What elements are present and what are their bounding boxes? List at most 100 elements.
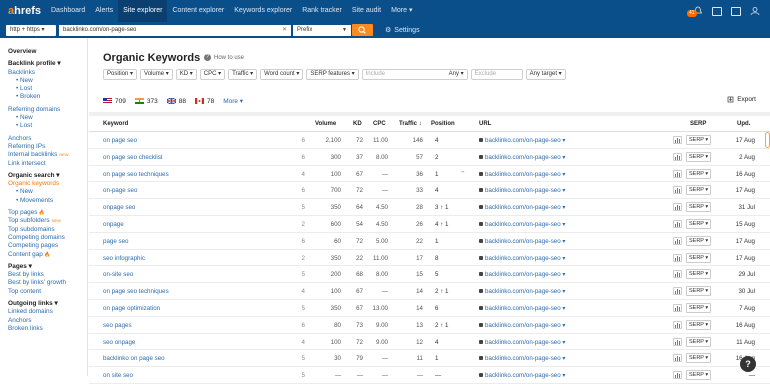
keyword-link[interactable]: on page seo <box>103 137 137 144</box>
url-link[interactable]: backlinko.com/on-page-seo ▾ <box>479 322 566 329</box>
parent-topic-count[interactable]: 6 <box>295 137 305 144</box>
chart-icon[interactable] <box>673 219 682 228</box>
chart-icon[interactable] <box>673 354 682 363</box>
url-link[interactable]: backlinko.com/on-page-seo ▾ <box>479 137 566 144</box>
nav-item-site-explorer[interactable]: Site explorer <box>118 0 168 22</box>
sidebar-item-broken[interactable]: • Broken <box>8 93 87 101</box>
parent-topic-count[interactable]: 4 <box>295 171 305 178</box>
sidebar-item-best-by-links[interactable]: Best by links <box>8 271 87 279</box>
filter-position[interactable]: Position ▾ <box>103 69 138 80</box>
url-input[interactable]: backlinko.com/on-page-seo ✕ <box>59 24 291 36</box>
serp-button[interactable]: SERP ▾ <box>686 168 712 179</box>
sidebar-item-referring-domains[interactable]: Referring domains <box>8 106 87 114</box>
url-link[interactable]: backlinko.com/on-page-seo ▾ <box>479 305 566 312</box>
sidebar-item-movements[interactable]: • Movements <box>8 197 87 205</box>
url-link[interactable]: backlinko.com/on-page-seo ▾ <box>479 255 566 262</box>
parent-topic-count[interactable]: 6 <box>295 322 305 329</box>
keyword-link[interactable]: seo infographic <box>103 255 145 262</box>
filter-word-count[interactable]: Word count ▾ <box>260 69 304 80</box>
url-link[interactable]: backlinko.com/on-page-seo ▾ <box>479 204 566 211</box>
serp-button[interactable]: SERP ▾ <box>686 185 712 196</box>
sidebar-item-new[interactable]: • New <box>8 114 87 122</box>
country-us[interactable]: 709 <box>103 98 126 105</box>
exclude-input[interactable]: Exclude <box>470 69 523 80</box>
chart-icon[interactable] <box>673 320 682 329</box>
keyword-link[interactable]: on page seo techniques <box>103 171 169 178</box>
serp-button[interactable]: SERP ▾ <box>686 302 712 313</box>
filter-kd[interactable]: KD ▾ <box>175 69 197 80</box>
sidebar-item-backlinks[interactable]: Backlinks <box>8 69 87 77</box>
chart-icon[interactable] <box>673 186 682 195</box>
sidebar-item-lost[interactable]: • Lost <box>8 85 87 93</box>
col-cpc[interactable]: CPC <box>373 121 386 127</box>
chart-icon[interactable] <box>673 236 682 245</box>
keyword-link[interactable]: seo onpage <box>103 339 135 346</box>
serp-button[interactable]: SERP ▾ <box>686 218 712 229</box>
nav-item-rank-tracker[interactable]: Rank tracker <box>297 0 347 22</box>
parent-topic-count[interactable]: 5 <box>295 305 305 312</box>
keyword-link[interactable]: on page seo techniques <box>103 288 169 295</box>
keyword-link[interactable]: onpage seo <box>103 204 135 211</box>
notifications-icon[interactable]: 41 <box>687 6 703 17</box>
sidebar-item-internal-backlinks[interactable]: Internal backlinks NEW <box>8 151 87 159</box>
sidebar-item-linked-domains[interactable]: Linked domains <box>8 308 87 316</box>
url-link[interactable]: backlinko.com/on-page-seo ▾ <box>479 221 566 228</box>
include-input[interactable]: Include Any ▾ <box>361 69 468 80</box>
sidebar-item-link-intersect[interactable]: Link intersect <box>8 160 87 168</box>
keyword-link[interactable]: seo pages <box>103 322 132 329</box>
serp-button[interactable]: SERP ▾ <box>686 286 712 297</box>
country-in[interactable]: 373 <box>134 98 158 105</box>
country-gb[interactable]: 88 <box>166 98 186 105</box>
sidebar-item-lost[interactable]: • Lost <box>8 122 87 130</box>
settings-button[interactable]: ⚙ Settings <box>385 26 420 35</box>
url-link[interactable]: backlinko.com/on-page-seo ▾ <box>479 171 566 178</box>
chart-icon[interactable] <box>673 136 682 144</box>
keyword-link[interactable]: page seo <box>103 238 128 245</box>
chart-icon[interactable] <box>673 270 682 279</box>
chart-icon[interactable] <box>673 287 682 296</box>
keyword-link[interactable]: on page seo checklist <box>103 154 163 161</box>
sidebar-item-new[interactable]: • New <box>8 77 87 85</box>
sidebar-item-broken-links[interactable]: Broken links <box>8 325 87 333</box>
nav-item-dashboard[interactable]: Dashboard <box>46 0 90 22</box>
export-button[interactable]: Export <box>727 96 756 103</box>
chart-icon[interactable] <box>673 371 682 380</box>
clear-icon[interactable]: ✕ <box>282 25 287 36</box>
col-position[interactable]: Position <box>431 121 455 127</box>
sidebar-item-content-gap[interactable]: Content gap 🔥 <box>8 251 87 259</box>
parent-topic-count[interactable]: 2 <box>295 221 305 228</box>
serp-button[interactable]: SERP ▾ <box>686 319 712 330</box>
col-keyword[interactable]: Keyword <box>103 121 128 127</box>
chart-icon[interactable] <box>673 337 682 346</box>
serp-button[interactable]: SERP ▾ <box>686 202 712 213</box>
chart-icon[interactable] <box>673 253 682 262</box>
parent-topic-count[interactable]: 5 <box>295 355 305 362</box>
parent-topic-count[interactable]: 6 <box>295 187 305 194</box>
filter-traffic[interactable]: Traffic ▾ <box>228 69 258 80</box>
url-link[interactable]: backlinko.com/on-page-seo ▾ <box>479 187 566 194</box>
inbox-icon[interactable] <box>712 6 722 16</box>
serp-button[interactable]: SERP ▾ <box>686 269 712 280</box>
sidebar-item-new[interactable]: • New <box>8 188 87 196</box>
keyword-link[interactable]: onpage <box>103 221 124 228</box>
countries-more-button[interactable]: More ▾ <box>223 97 243 105</box>
url-link[interactable]: backlinko.com/on-page-seo ▾ <box>479 288 566 295</box>
chart-icon[interactable] <box>673 169 682 178</box>
nav-item-keywords-explorer[interactable]: Keywords explorer <box>229 0 297 22</box>
nav-item-site-audit[interactable]: Site audit <box>347 0 386 22</box>
sidebar-item-anchors[interactable]: Anchors <box>8 317 87 325</box>
url-link[interactable]: backlinko.com/on-page-seo ▾ <box>479 238 566 245</box>
url-link[interactable]: backlinko.com/on-page-seo ▾ <box>479 271 566 278</box>
serp-button[interactable]: SERP ▾ <box>686 151 712 162</box>
serp-button[interactable]: SERP ▾ <box>686 336 712 347</box>
chart-icon[interactable] <box>673 152 682 161</box>
col-kd[interactable]: KD <box>353 121 362 127</box>
parent-topic-count[interactable]: 4 <box>295 288 305 295</box>
search-button[interactable] <box>352 24 373 36</box>
col-updated[interactable]: Upd. <box>737 121 750 127</box>
filter-serp-features[interactable]: SERP features ▾ <box>306 69 359 80</box>
sidebar-item-top-content[interactable]: Top content <box>8 288 87 296</box>
keyword-link[interactable]: on-site seo <box>103 271 133 278</box>
help-button[interactable]: ? <box>740 356 756 372</box>
serp-button[interactable]: SERP ▾ <box>686 370 712 381</box>
